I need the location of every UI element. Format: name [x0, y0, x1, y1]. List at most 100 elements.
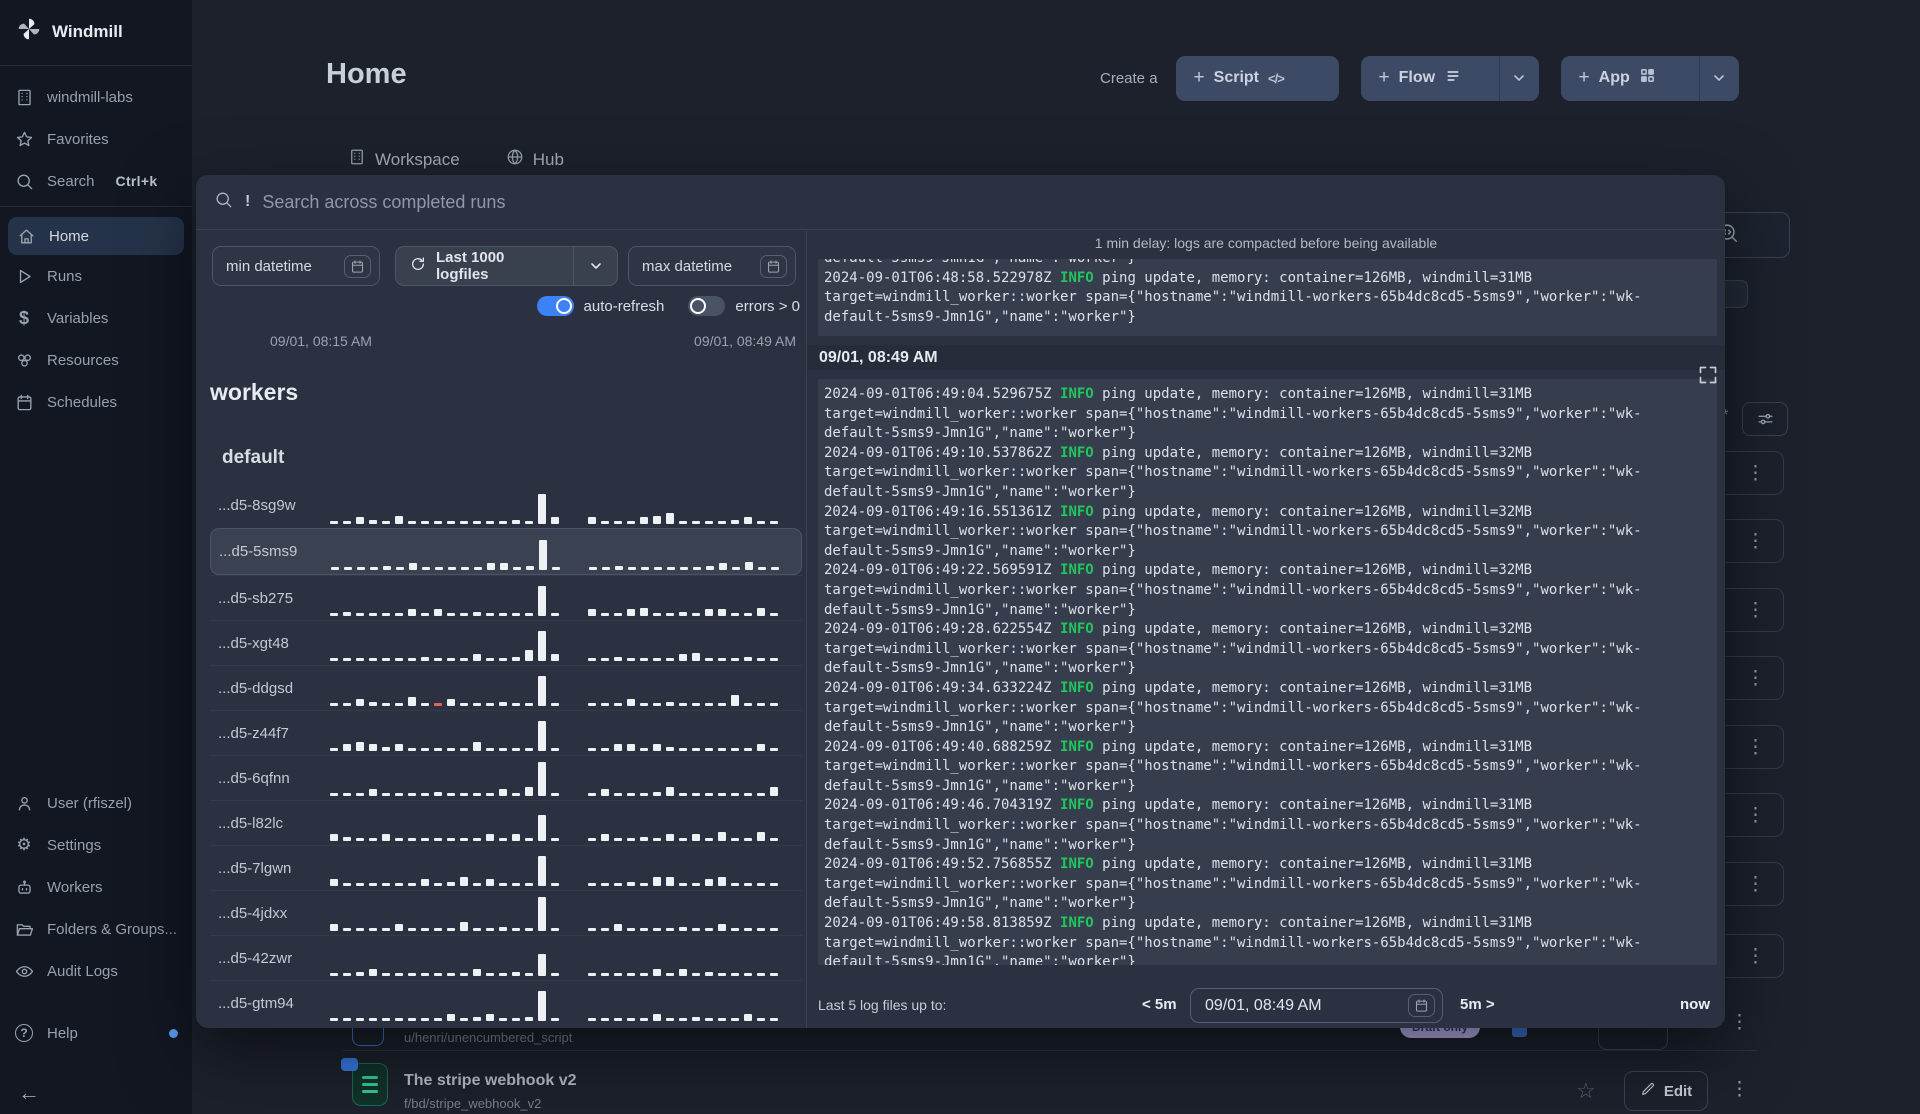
max-datetime-placeholder: max datetime [642, 257, 733, 275]
sidebar-item-user[interactable]: User (rfiszel) [0, 782, 192, 824]
sidebar-item-folders[interactable]: Folders & Groups... [0, 908, 192, 950]
activity-bar [770, 928, 778, 931]
log-level-info: INFO [1060, 856, 1094, 873]
activity-bar [640, 608, 648, 616]
activity-bar [538, 815, 546, 841]
row-kebab-menu[interactable]: ⋮ [1746, 875, 1765, 894]
tab-hub[interactable]: Hub [506, 148, 564, 171]
activity-bar [757, 744, 765, 751]
activity-bar [552, 566, 560, 570]
activity-bar [614, 793, 622, 796]
worker-row[interactable]: ...d5-6qfnn [210, 755, 802, 800]
row-kebab-menu[interactable]: ⋮ [1746, 601, 1765, 620]
errors-toggle[interactable] [688, 296, 726, 316]
sidebar-item-help[interactable]: ? Help [0, 1012, 192, 1054]
worker-row[interactable]: ...d5-xgt48 [210, 620, 802, 665]
activity-bar [369, 883, 377, 886]
app-logo[interactable]: Windmill [0, 0, 192, 61]
sidebar-item-workspace[interactable]: windmill-labs [0, 76, 192, 118]
sidebar-item-workers[interactable]: Workers [0, 866, 192, 908]
tab-workspace[interactable]: Workspace [348, 148, 460, 171]
sidebar-item-settings[interactable]: ⚙ Settings [0, 824, 192, 866]
activity-bar [356, 699, 364, 706]
worker-row[interactable]: ...d5-ddgsd [210, 665, 802, 710]
activity-bar [512, 657, 520, 661]
row-kebab-menu[interactable]: ⋮ [1746, 532, 1765, 551]
sidebar-item-resources[interactable]: Resources [0, 339, 192, 381]
activity-bar [486, 879, 494, 886]
now-button[interactable]: now [1680, 996, 1710, 1013]
activity-bar [330, 793, 338, 796]
log-block-previous[interactable]: default-5sms9-Jmn1G","name":"worker"}202… [818, 259, 1717, 336]
worker-row[interactable]: ...d5-4jdxx [210, 890, 802, 935]
worker-activity-sparkline [330, 805, 783, 841]
modal-search-bar[interactable]: ! Search across completed runs [196, 175, 1725, 230]
activity-bar [538, 586, 546, 616]
worker-row[interactable]: ...d5-8sg9w [210, 483, 802, 528]
sidebar-item-label: Home [49, 227, 90, 245]
create-script-button[interactable]: + Script </> [1175, 55, 1339, 101]
activity-bar [744, 883, 752, 886]
calendar-icon[interactable] [1408, 994, 1435, 1017]
sidebar-item-search[interactable]: Search Ctrl+k [0, 160, 192, 202]
worker-row[interactable]: ...d5-5sms9 [210, 528, 802, 575]
activity-bar [460, 877, 468, 886]
filter-settings-button[interactable] [1742, 402, 1788, 436]
worker-row[interactable]: ...d5-z44f7 [210, 710, 802, 755]
row-kebab-menu[interactable]: ⋮ [1746, 464, 1765, 483]
worker-row[interactable]: ...d5-l82lc [210, 800, 802, 845]
log-block-current[interactable]: 2024-09-01T06:49:04.529675Z INFO ping up… [818, 379, 1717, 965]
sidebar-item-home[interactable]: Home [8, 217, 184, 255]
logfiles-select[interactable]: Last 1000 logfiles [395, 246, 618, 286]
step-back-button[interactable]: < 5m [1142, 996, 1177, 1013]
sidebar-item-favorites[interactable]: Favorites [0, 118, 192, 160]
row-kebab-menu[interactable]: ⋮ [1730, 1013, 1749, 1032]
max-datetime-input[interactable]: max datetime [628, 246, 796, 286]
activity-bar [614, 973, 622, 976]
activity-bar [434, 609, 442, 616]
activity-bar [447, 699, 455, 706]
min-datetime-input[interactable]: min datetime [212, 246, 380, 286]
activity-bar [640, 837, 648, 841]
flow-lines-icon [1444, 68, 1462, 89]
create-app-button[interactable]: + App [1560, 55, 1699, 101]
expand-icon[interactable] [1698, 365, 1720, 387]
activity-bar [614, 838, 622, 841]
step-forward-button[interactable]: 5m > [1460, 996, 1495, 1013]
row-kebab-menu[interactable]: ⋮ [1746, 806, 1765, 825]
create-flow-dropdown-button[interactable] [1498, 55, 1539, 101]
tabs-row: Workspace Hub [348, 148, 564, 171]
activity-bar [614, 613, 622, 616]
worker-label: ...d5-8sg9w [218, 497, 296, 514]
sidebar-item-runs[interactable]: Runs [0, 255, 192, 297]
worker-row[interactable]: ...d5-42zwr [210, 935, 802, 980]
log-datetime-input[interactable]: 09/01, 08:49 AM [1190, 988, 1443, 1023]
activity-bar [330, 973, 338, 976]
worker-row[interactable]: ...d5-7lgwn [210, 845, 802, 890]
calendar-icon[interactable] [760, 254, 787, 278]
sidebar-item-audit-logs[interactable]: Audit Logs [0, 950, 192, 992]
collapse-sidebar-icon[interactable]: ← [18, 1080, 40, 1106]
chevron-down-icon[interactable] [573, 247, 617, 285]
row-kebab-menu[interactable]: ⋮ [1730, 1080, 1749, 1099]
calendar-icon[interactable] [344, 254, 371, 278]
favorite-star-icon[interactable]: ☆ [1576, 1078, 1596, 1104]
row-kebab-menu[interactable]: ⋮ [1746, 947, 1765, 966]
activity-bar [473, 883, 481, 886]
row-kebab-menu[interactable]: ⋮ [1746, 738, 1765, 757]
activity-bar [732, 566, 740, 570]
activity-bar [421, 703, 429, 706]
activity-bar [679, 703, 687, 706]
auto-refresh-toggle[interactable] [536, 296, 574, 316]
activity-bar [525, 787, 533, 796]
sidebar-item-schedules[interactable]: Schedules [0, 381, 192, 423]
activity-bar [679, 748, 687, 751]
worker-activity-sparkline [330, 940, 783, 976]
edit-button[interactable]: Edit [1624, 1071, 1708, 1111]
sidebar-item-variables[interactable]: $ Variables [0, 297, 192, 339]
worker-row[interactable]: ...d5-sb275 [210, 575, 802, 620]
row-kebab-menu[interactable]: ⋮ [1746, 669, 1765, 688]
create-flow-button[interactable]: + Flow [1360, 55, 1499, 101]
create-app-dropdown-button[interactable] [1698, 55, 1739, 101]
activity-bar [551, 928, 559, 931]
